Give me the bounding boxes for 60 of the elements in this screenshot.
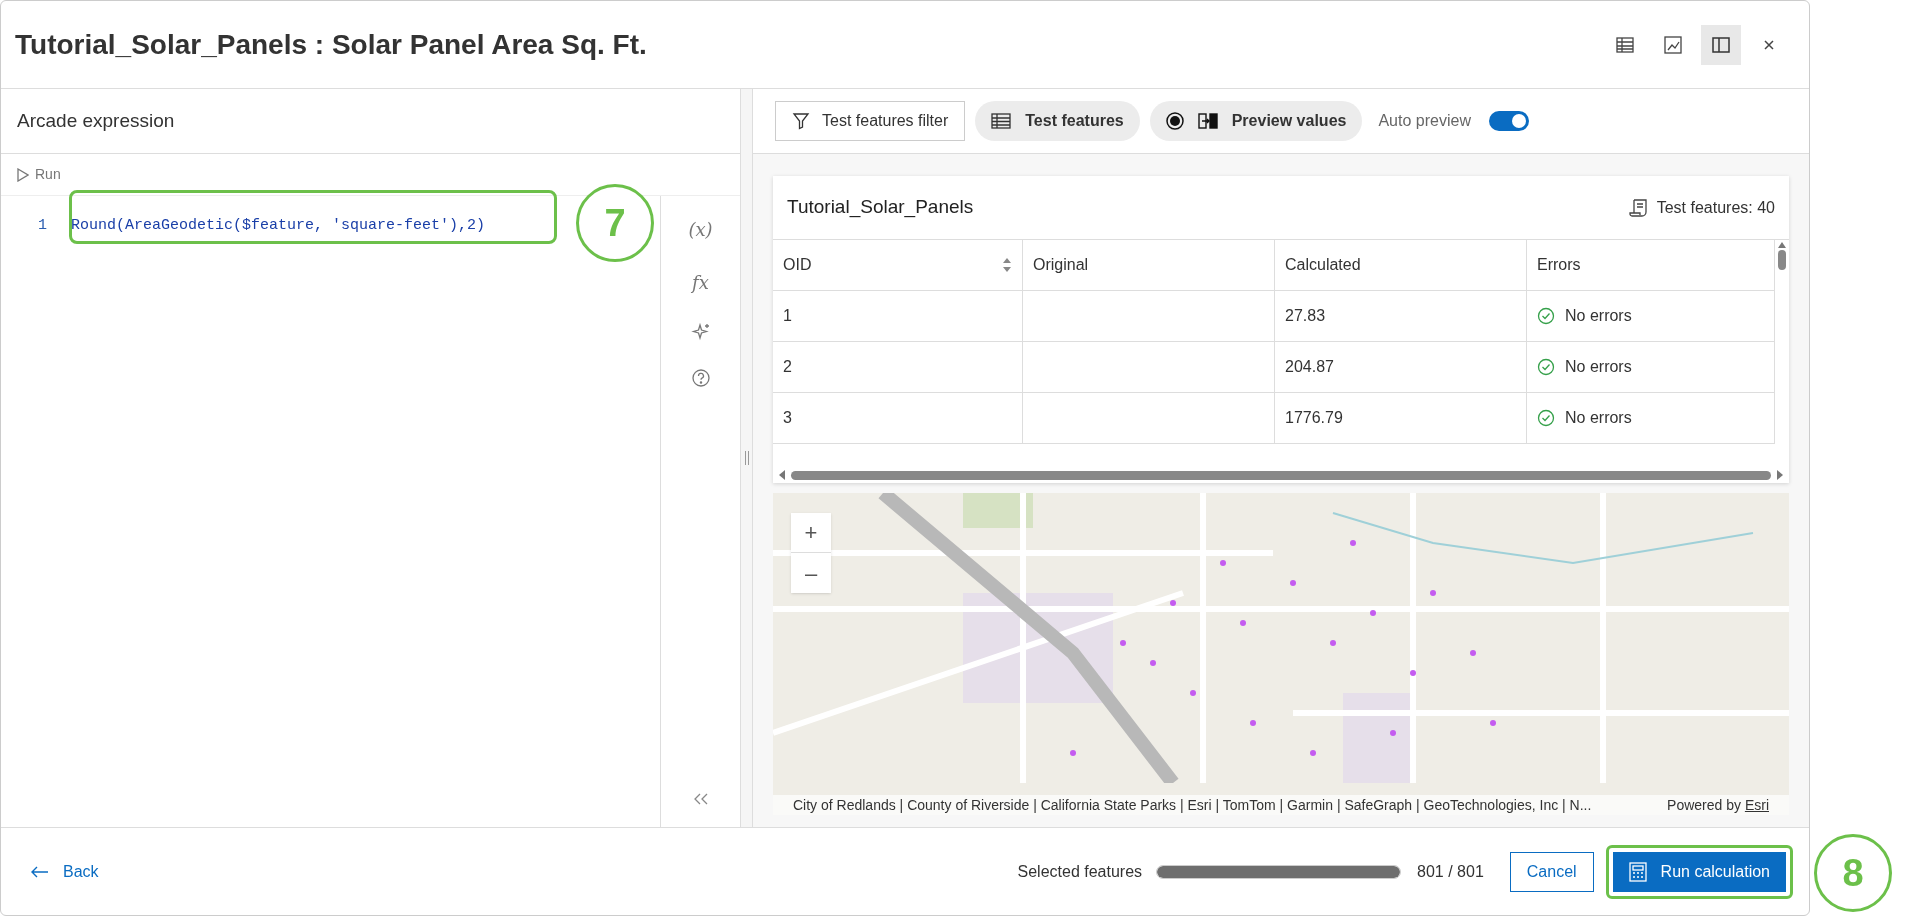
help-icon[interactable] [690, 368, 711, 388]
map-attribution: City of Redlands | County of Riverside | California State Parks | Esri | TomTom | Garmin | SafeGraph | GeoTechnologies, Inc | N... [793, 795, 1592, 815]
sparkle-icon[interactable] [690, 322, 711, 342]
line-number: 1 [37, 215, 48, 236]
scroll-list-icon [1628, 197, 1649, 218]
collapse-icon[interactable] [692, 793, 709, 805]
table-cell-text: 3 [783, 408, 792, 428]
check-circle-icon [1537, 409, 1555, 427]
column-header[interactable]: OID [783, 253, 812, 277]
code-line: Round(AreaGeodetic($feature, 'square-feet'),2) [71, 215, 486, 236]
column-header[interactable]: Calculated [1285, 253, 1361, 277]
filter-icon [792, 112, 810, 130]
zoom-out-button[interactable]: – [791, 553, 831, 593]
check-circle-icon [1537, 358, 1555, 376]
powered-by-text: Powered by Esri [1667, 795, 1769, 815]
calculator-icon [1628, 861, 1647, 882]
panel-title: Arcade expression [17, 108, 175, 133]
esri-link[interactable]: Esri [1744, 796, 1769, 813]
selected-count: 801 / 801 [1417, 861, 1484, 882]
window-title: Tutorial_Solar_Panels : Solar Panel Area Sq. Ft. [15, 27, 647, 62]
preview-values-button[interactable]: Preview values [1149, 101, 1363, 141]
play-icon [17, 167, 29, 182]
radio-icon [1165, 112, 1184, 130]
table-cell-text: 27.83 [1285, 306, 1326, 326]
tool-button[interactable]: fx [692, 269, 709, 296]
close-icon [1762, 37, 1776, 52]
table-cell-text: 204.87 [1285, 357, 1334, 377]
chart-icon [1663, 34, 1683, 55]
view-button[interactable] [1701, 24, 1741, 65]
column-header[interactable]: Original [1033, 253, 1089, 277]
filter-button[interactable]: Test features filter [775, 101, 966, 141]
run-button[interactable]: Run [17, 164, 61, 185]
back-link[interactable]: Back [31, 859, 99, 884]
table-cell-text: No errors [1565, 408, 1632, 428]
table-icon [991, 113, 1012, 129]
table-icon [1615, 34, 1635, 55]
compare-icon [1197, 112, 1218, 130]
table-cell-text: No errors [1565, 357, 1632, 377]
side-panel-icon [1711, 34, 1731, 55]
table-title: Tutorial_Solar_Panels [787, 195, 974, 220]
toggle-label: Auto preview [1378, 111, 1471, 131]
auto-preview-toggle[interactable] [1488, 111, 1529, 131]
sort-icon[interactable] [1002, 257, 1012, 273]
cancel-button[interactable]: Cancel [1509, 851, 1594, 892]
table-cell-text: No errors [1565, 306, 1632, 326]
column-header[interactable]: Errors [1537, 253, 1581, 277]
run-calculation-button[interactable]: Run calculation [1612, 851, 1786, 892]
arrow-left-icon [31, 865, 49, 878]
check-circle-icon [1537, 307, 1555, 325]
tool-button[interactable]: (x) [688, 216, 713, 243]
splitter-handle[interactable] [744, 451, 749, 465]
table-cell-text: 2 [783, 357, 792, 377]
test-features-button[interactable]: Test features [975, 101, 1140, 141]
step-marker: 7 [576, 184, 654, 262]
feature-count: Test features: 40 [1656, 197, 1775, 218]
zoom-in-button[interactable]: + [791, 513, 831, 553]
selected-label: Selected features [1017, 861, 1143, 882]
table-cell-text: 1776.79 [1285, 408, 1343, 428]
step-marker: 8 [1814, 834, 1892, 912]
table-cell-text: 1 [783, 306, 792, 326]
